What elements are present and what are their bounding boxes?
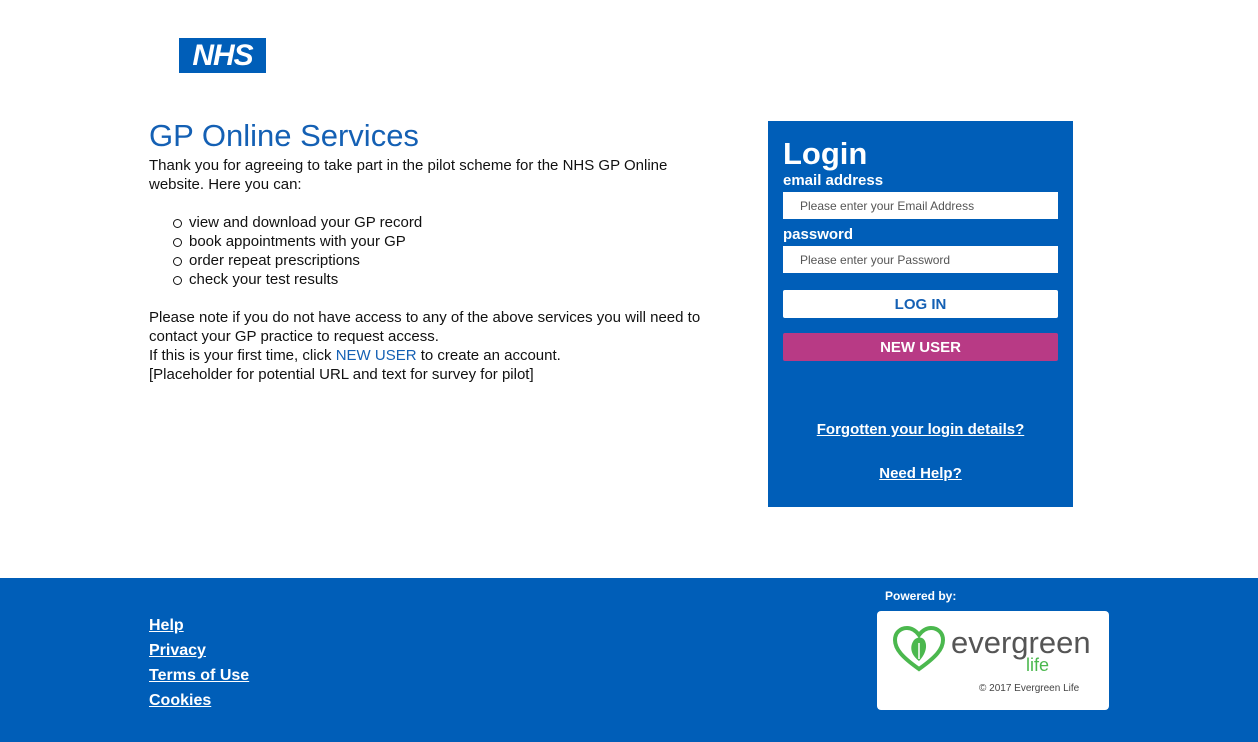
password-field[interactable] [783, 246, 1058, 273]
survey-placeholder-text: [Placeholder for potential URL and text … [149, 366, 534, 383]
footer-link-cookies[interactable]: Cookies [149, 688, 249, 713]
page-title: GP Online Services [149, 118, 419, 153]
evergreen-life-logo[interactable]: evergreen life © 2017 Evergreen Life [877, 611, 1109, 710]
footer-link-privacy[interactable]: Privacy [149, 638, 249, 663]
list-item: order repeat prescriptions [173, 251, 709, 270]
powered-by-label: Powered by: [885, 589, 957, 603]
need-help-link[interactable]: Need Help? [783, 465, 1058, 483]
copyright-text: © 2017 Evergreen Life [979, 683, 1080, 694]
password-label: password [783, 226, 854, 243]
login-panel: Login email address password LOG IN NEW … [768, 121, 1073, 507]
first-time-suffix: to create an account. [416, 347, 561, 364]
life-wordmark: life [1026, 655, 1050, 675]
footer-links: Help Privacy Terms of Use Cookies [149, 613, 249, 713]
footer: Help Privacy Terms of Use Cookies Powere… [0, 578, 1258, 742]
footer-link-terms[interactable]: Terms of Use [149, 663, 249, 688]
intro-section: GP Online Services Thank you for agreein… [149, 118, 709, 384]
evergreen-wordmark: evergreen [951, 625, 1091, 660]
new-user-button[interactable]: NEW USER [783, 333, 1058, 361]
list-item: book appointments with your GP [173, 232, 709, 251]
login-button[interactable]: LOG IN [783, 290, 1058, 318]
heart-leaf-icon [892, 625, 946, 672]
new-user-inline-link[interactable]: NEW USER [336, 347, 417, 364]
login-title: Login [783, 136, 868, 171]
footer-link-help[interactable]: Help [149, 613, 249, 638]
first-time-prefix: If this is your first time, click [149, 347, 336, 364]
intro-paragraph: Thank you for agreeing to take part in t… [149, 157, 668, 193]
services-list: view and download your GP record book ap… [173, 213, 709, 289]
access-note: Please note if you do not have access to… [149, 309, 701, 345]
list-item: check your test results [173, 270, 709, 289]
list-item: view and download your GP record [173, 213, 709, 232]
nhs-logo[interactable]: NHS [179, 38, 266, 73]
email-label: email address [783, 172, 884, 189]
first-time-text: If this is your first time, click NEW US… [149, 346, 709, 365]
login-help-links: Forgotten your login details? Need Help? [783, 421, 1058, 483]
email-field[interactable] [783, 192, 1058, 219]
forgotten-login-link[interactable]: Forgotten your login details? [783, 421, 1058, 439]
